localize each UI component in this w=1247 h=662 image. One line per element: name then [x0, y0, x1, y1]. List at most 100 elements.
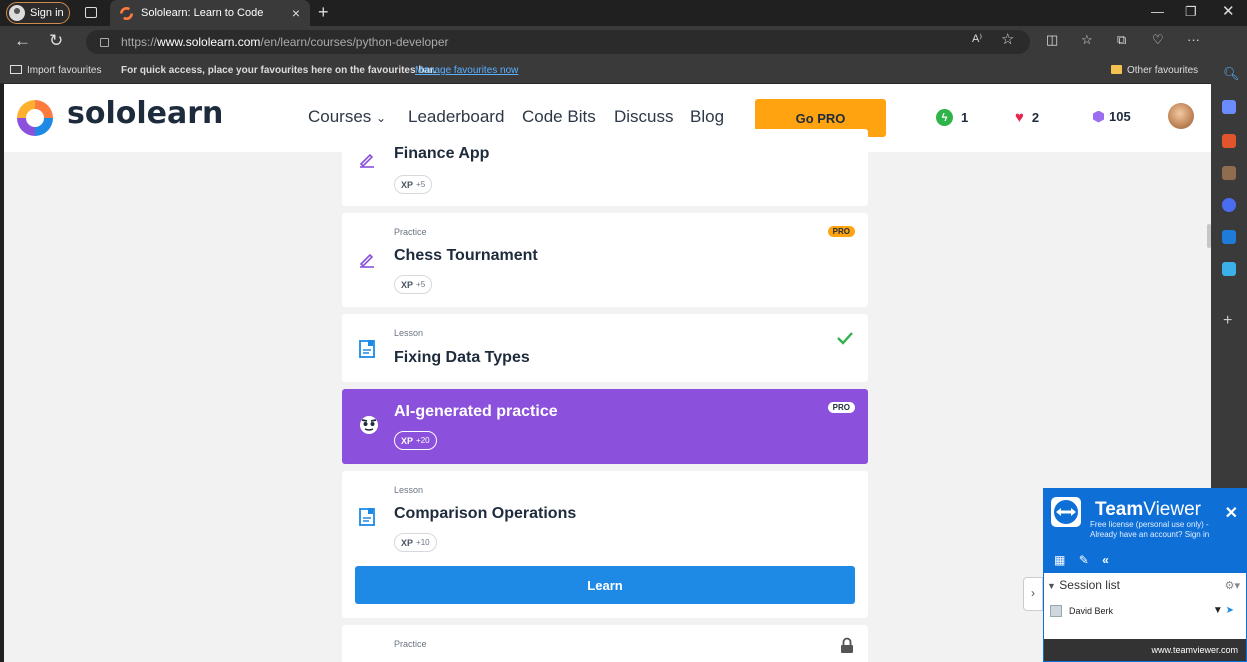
gear-icon[interactable]: ⚙▾: [1225, 579, 1240, 592]
copy-icon[interactable]: ▦: [1054, 553, 1065, 567]
card-kind: Practice: [394, 639, 427, 649]
xp-value: +20: [416, 436, 430, 445]
teamviewer-expand-button[interactable]: ›: [1023, 577, 1043, 611]
gems-value: 105: [1109, 109, 1131, 124]
url-field[interactable]: https://www.sololearn.com/en/learn/cours…: [86, 30, 1030, 54]
more-menu-icon[interactable]: ···: [1187, 32, 1200, 47]
practice-card[interactable]: Finance App XP +5: [342, 129, 868, 206]
address-bar-row: ← ↻ https://www.sololearn.com/en/learn/c…: [0, 26, 1238, 58]
import-favourites[interactable]: Import favourites: [10, 65, 101, 76]
gems-counter[interactable]: 105: [1093, 109, 1131, 124]
manage-favourites-link[interactable]: Manage favourites now: [415, 65, 518, 76]
lesson-icon: [359, 340, 375, 358]
sololearn-favicon: [120, 6, 133, 20]
refresh-icon[interactable]: ↻: [49, 31, 63, 51]
teamviewer-footer[interactable]: www.teamviewer.com: [1044, 639, 1246, 661]
nav-discuss[interactable]: Discuss: [614, 107, 674, 127]
teamviewer-header: TeamViewer Free license (personal use on…: [1044, 489, 1246, 573]
card-title: Chess Tournament: [394, 247, 538, 264]
active-tab[interactable]: Sololearn: Learn to Code ×: [110, 0, 310, 26]
nav-blog[interactable]: Blog: [690, 107, 724, 127]
triangle-down-icon: ▼: [1047, 581, 1056, 591]
session-user-actions[interactable]: ▼ ➤: [1213, 605, 1234, 616]
license-line-2[interactable]: Already have an account? Sign in: [1090, 530, 1209, 540]
send-icon[interactable]: [1222, 262, 1236, 276]
page-scrollbar-thumb[interactable]: [1207, 224, 1211, 248]
health-icon[interactable]: ♡: [1152, 32, 1164, 48]
search-icon[interactable]: 🔍︎: [1223, 66, 1240, 82]
sololearn-logo-icon[interactable]: [14, 97, 56, 139]
read-aloud-icon[interactable]: A⁾: [972, 32, 982, 45]
card-title: Fixing Data Types: [394, 349, 530, 366]
favourites-bar: Import favourites For quick access, plac…: [0, 58, 1211, 84]
hearts-counter[interactable]: ♥ 2: [1015, 109, 1039, 126]
new-tab-icon[interactable]: +: [318, 2, 329, 23]
practice-card[interactable]: Practice PRO Chess Tournament XP +5: [342, 213, 868, 307]
card-title: Comparison Operations: [394, 505, 577, 522]
microsoft-365-icon[interactable]: [1222, 198, 1236, 212]
import-icon: [10, 65, 22, 74]
learn-button[interactable]: Learn: [355, 566, 855, 604]
session-user-row[interactable]: David Berk: [1050, 605, 1113, 617]
other-favourites[interactable]: Other favourites: [1111, 65, 1198, 76]
xp-value: +5: [416, 280, 426, 289]
card-title: AI-generated practice: [394, 403, 558, 420]
xp-badge: XP +5: [394, 275, 433, 294]
lesson-icon: [359, 508, 375, 526]
tools-icon[interactable]: [1222, 134, 1236, 148]
games-icon[interactable]: [1222, 166, 1236, 180]
url-domain: www.sololearn.com: [157, 35, 261, 49]
session-list-header[interactable]: ▼ Session list: [1047, 578, 1120, 592]
close-icon[interactable]: ✕: [1225, 503, 1238, 523]
user-icon: [1050, 605, 1062, 617]
sololearn-page: sololearn Courses ⌄ Leaderboard Code Bit…: [4, 84, 1211, 662]
teamviewer-name: TeamViewer: [1095, 499, 1201, 521]
gem-icon: [1093, 110, 1104, 123]
practice-card[interactable]: Practice: [342, 625, 868, 662]
nav-courses[interactable]: Courses ⌄: [308, 107, 386, 127]
folder-icon: [1111, 65, 1122, 74]
pencil-icon: [359, 153, 374, 168]
card-title: Finance App: [394, 145, 490, 162]
ai-practice-card[interactable]: AI-generated practice PRO XP +20: [342, 389, 868, 464]
minimize-icon[interactable]: —: [1151, 4, 1164, 19]
collapse-icon[interactable]: «: [1102, 553, 1109, 567]
back-icon[interactable]: ←: [14, 31, 31, 51]
shopping-icon[interactable]: [1222, 100, 1236, 114]
license-line-1: Free license (personal use only) -: [1090, 520, 1209, 529]
user-avatar[interactable]: [1168, 103, 1194, 129]
split-screen-icon[interactable]: ◫: [1046, 32, 1058, 48]
collections-icon[interactable]: ⧉: [1117, 32, 1126, 48]
teamviewer-license-text: Free license (personal use only) - Alrea…: [1090, 520, 1209, 540]
pro-badge: PRO: [827, 402, 855, 413]
outlook-icon[interactable]: [1222, 230, 1236, 244]
card-kind: Practice: [394, 227, 427, 237]
nav-leaderboard[interactable]: Leaderboard: [408, 107, 504, 127]
restore-icon[interactable]: ❐: [1185, 4, 1197, 20]
lesson-card[interactable]: Lesson Fixing Data Types: [342, 314, 868, 382]
session-list-label: Session list: [1059, 578, 1120, 592]
brand-name[interactable]: sololearn: [67, 96, 223, 131]
xp-value: +5: [416, 180, 426, 189]
lock-icon: [841, 637, 853, 653]
sign-in-label: Sign in: [30, 7, 64, 19]
brush-icon[interactable]: ✎: [1079, 553, 1089, 567]
lesson-card[interactable]: Lesson Comparison Operations XP +10 Learn: [342, 471, 868, 618]
nav-code-bits[interactable]: Code Bits: [522, 107, 596, 127]
session-user-name: David Berk: [1069, 606, 1114, 616]
xp-label: XP: [401, 537, 414, 548]
sign-in-button[interactable]: Sign in: [6, 2, 70, 24]
favourites-icon[interactable]: ☆: [1081, 32, 1093, 48]
close-tab-icon[interactable]: ×: [292, 5, 300, 21]
lock-icon: [100, 37, 109, 47]
add-sidebar-icon[interactable]: +: [1223, 312, 1232, 330]
nav-courses-label: Courses: [308, 107, 372, 126]
tab-actions-icon[interactable]: [85, 7, 97, 18]
favourite-star-icon[interactable]: ☆: [1001, 30, 1014, 48]
browser-tab-bar: Sign in Sololearn: Learn to Code × + — ❐…: [0, 0, 1247, 26]
hearts-value: 2: [1031, 110, 1040, 125]
cursor-icon: ➤: [1225, 605, 1234, 616]
streak-counter[interactable]: ϟ 1: [936, 109, 968, 126]
favbar-hint: For quick access, place your favourites …: [121, 65, 437, 76]
close-window-icon[interactable]: ✕: [1222, 2, 1235, 20]
